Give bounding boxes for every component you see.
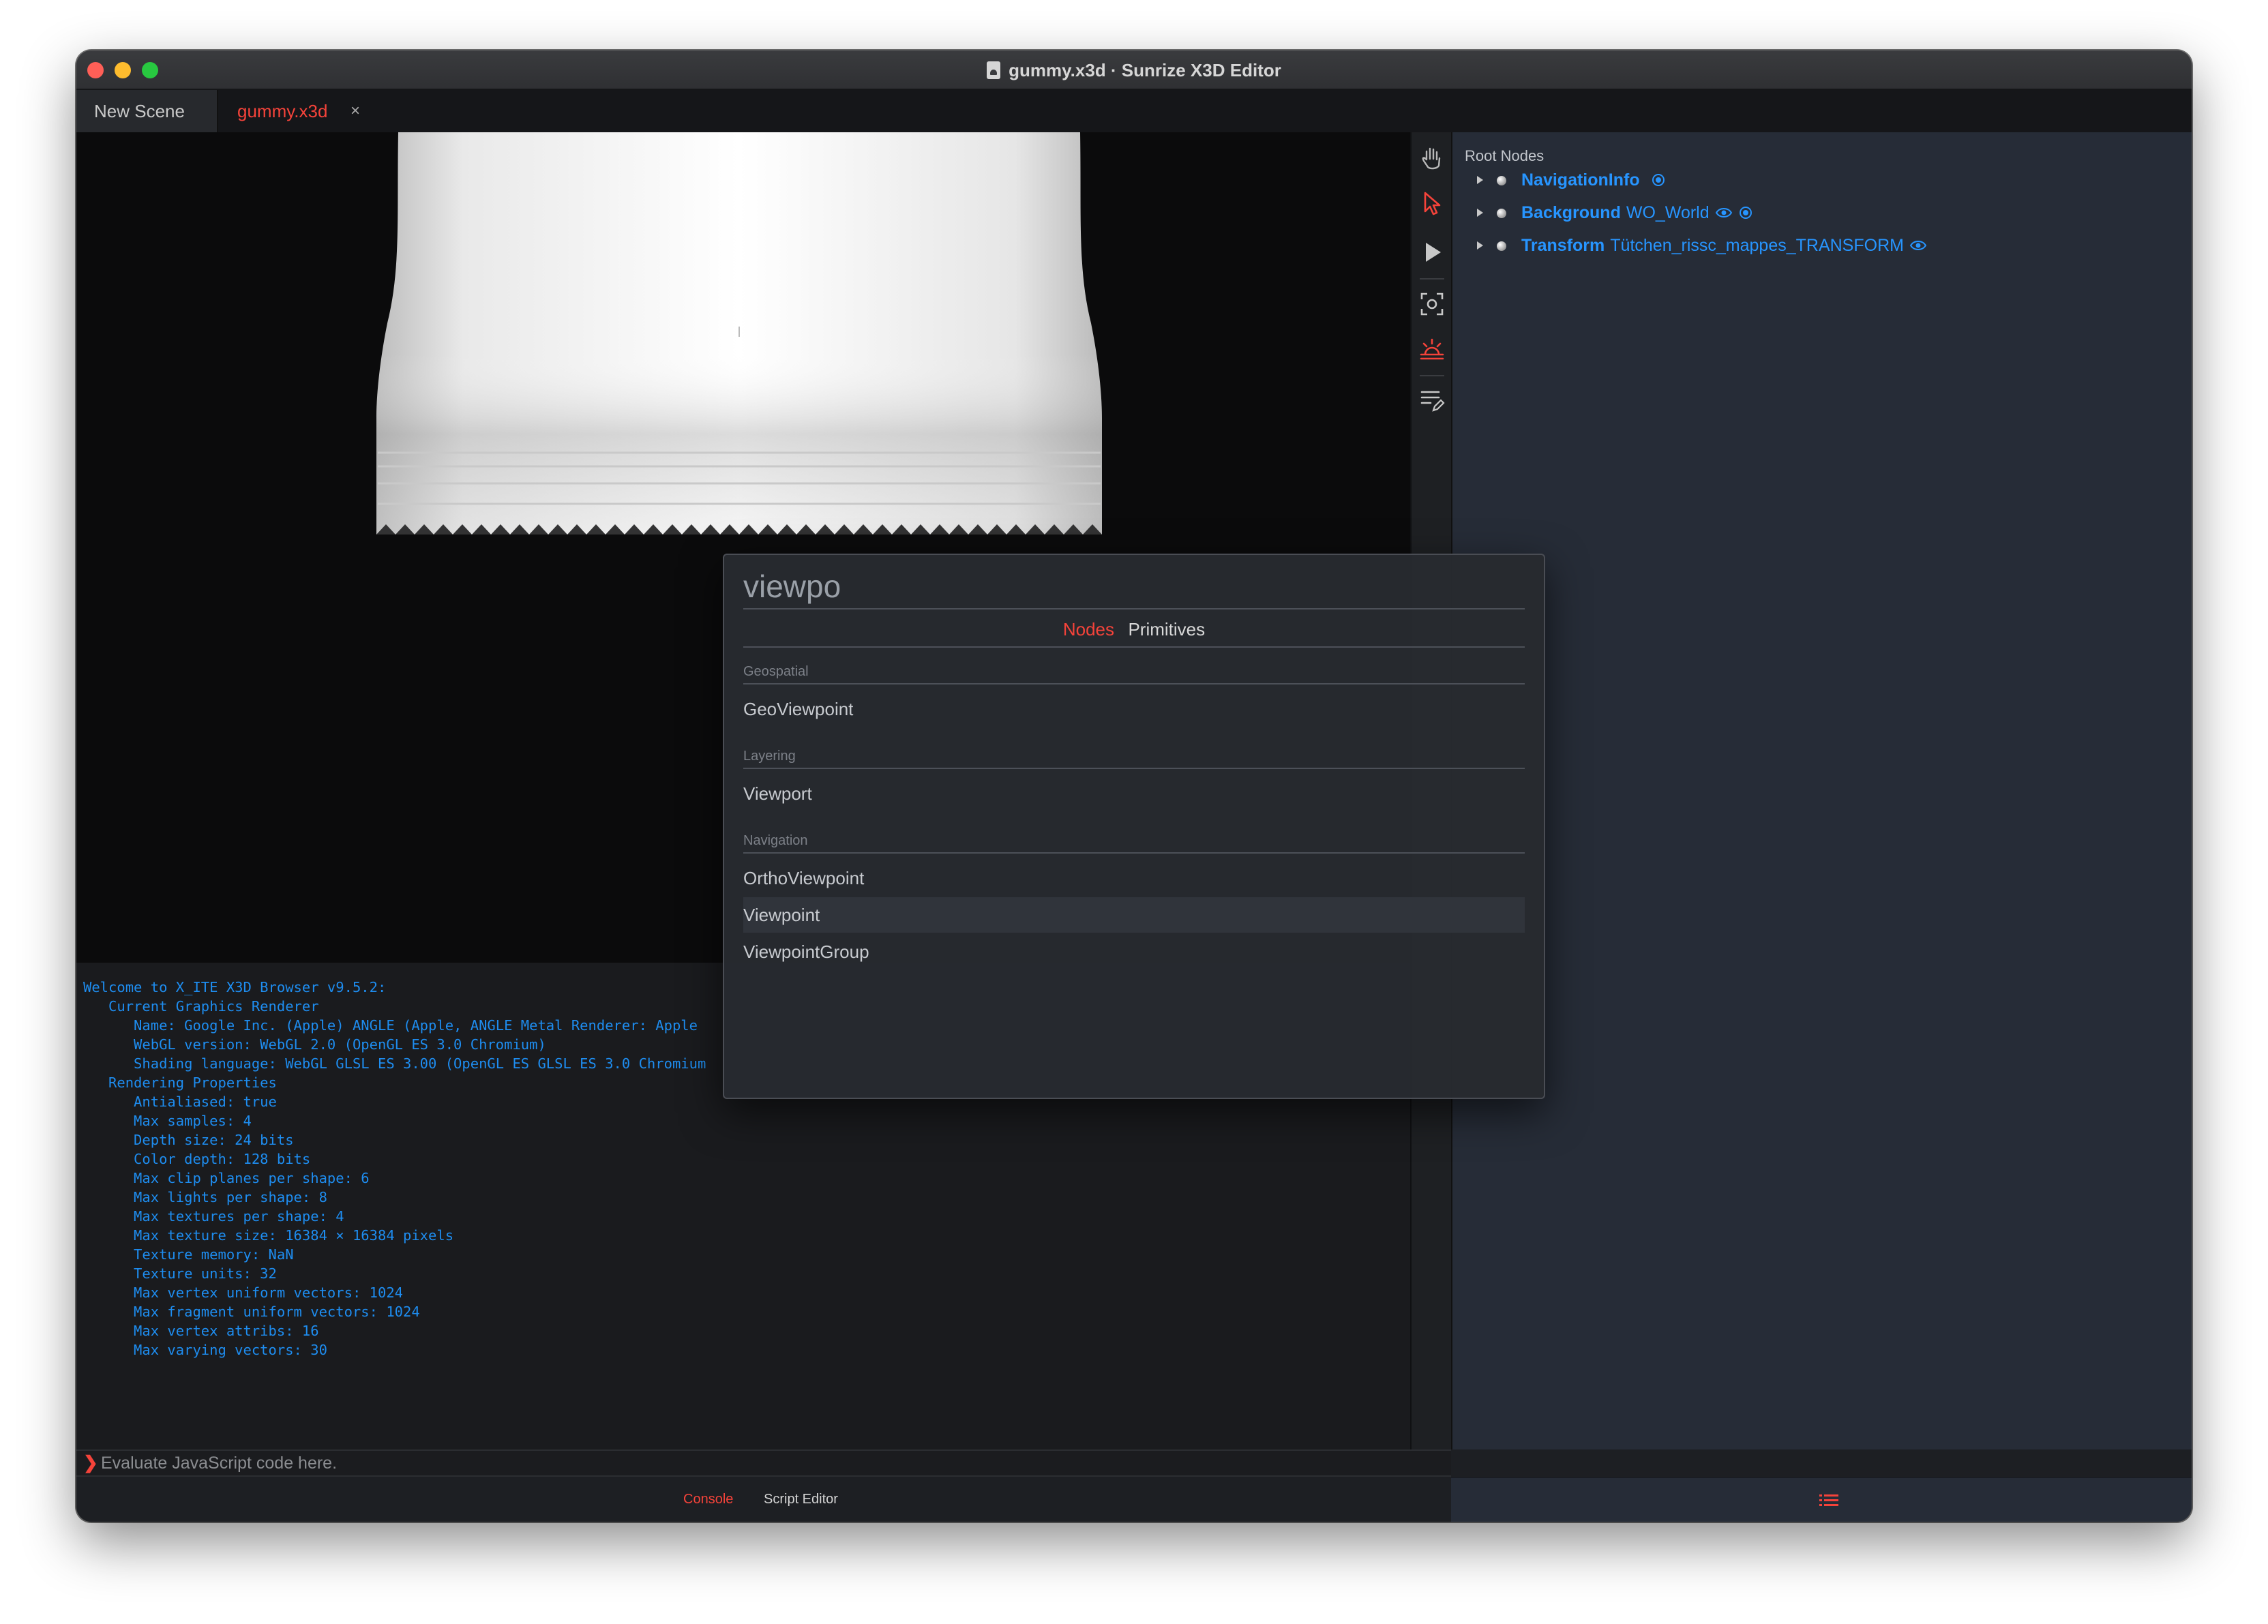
node-search-input[interactable] [743, 565, 1525, 610]
console-line: Texture memory: NaN [83, 1246, 294, 1263]
eye-icon[interactable] [1909, 238, 1927, 253]
pointer-icon[interactable] [1418, 190, 1446, 217]
console-line: Depth size: 24 bits [83, 1132, 294, 1148]
bind-indicator-icon[interactable] [1651, 172, 1666, 187]
hand-icon[interactable] [1418, 145, 1446, 172]
section-header-layering: Layering [743, 749, 1525, 769]
console-line: Max fragment uniform vectors: 1024 [83, 1304, 420, 1320]
node-name: WO_World [1626, 203, 1710, 222]
title-bar: gummy.x3d · Sunrize X3D Editor [76, 50, 2192, 90]
console-line: Max samples: 4 [83, 1113, 252, 1129]
tab-nodes[interactable]: Nodes [1063, 612, 1114, 646]
root-nodes-heading: Root Nodes [1465, 147, 1545, 164]
tab-primitives[interactable]: Primitives [1128, 612, 1205, 646]
console-line: Max lights per shape: 8 [83, 1189, 327, 1205]
console-line: WebGL version: WebGL 2.0 (OpenGL ES 3.0 … [83, 1036, 546, 1053]
focus-icon[interactable] [1418, 290, 1446, 318]
window-title-text: gummy.x3d · Sunrize X3D Editor [1009, 60, 1281, 80]
bottom-panel-tabs: Console Script Editor [76, 1477, 1451, 1522]
prompt-chevron-icon: ❯ [83, 1452, 98, 1473]
play-icon[interactable] [1418, 239, 1446, 266]
document-icon [987, 61, 1001, 79]
node-sphere-icon [1497, 209, 1506, 218]
console-line: Max textures per shape: 4 [83, 1208, 344, 1224]
console-line: Color depth: 128 bits [83, 1151, 311, 1167]
node-type: Transform [1521, 236, 1605, 255]
console-line: Max varying vectors: 30 [83, 1342, 327, 1358]
console-line: Welcome to X_ITE X3D Browser v9.5.2: [83, 979, 387, 995]
console-line: Antialiased: true [83, 1094, 277, 1110]
node-sphere-icon [1497, 176, 1506, 185]
window-title: gummy.x3d · Sunrize X3D Editor [76, 60, 2192, 81]
popup-tabs: Nodes Primitives [743, 612, 1525, 648]
tab-gummy-x3d[interactable]: gummy.x3d × [220, 90, 370, 132]
node-item-geoviewpoint[interactable]: GeoViewpoint [743, 691, 1525, 727]
javascript-eval-bar: ❯ [76, 1449, 1451, 1477]
node-type: NavigationInfo [1521, 170, 1640, 190]
sunrise-icon[interactable] [1418, 335, 1446, 363]
console-line: Current Graphics Renderer [83, 998, 319, 1014]
tab-new-scene[interactable]: New Scene [76, 90, 218, 132]
list-icon[interactable] [1819, 1493, 1838, 1508]
outline-bottom-bar [1451, 1477, 2192, 1522]
outline-editor: Root Nodes NavigationInfo Background WO_W… [1451, 132, 2192, 1449]
tab-script-editor[interactable]: Script Editor [764, 1492, 838, 1507]
node-item-viewpointgroup[interactable]: ViewpointGroup [743, 934, 1525, 969]
tab-label: New Scene [94, 101, 185, 121]
edit-list-icon[interactable] [1418, 386, 1446, 413]
document-tab-bar: New Scene gummy.x3d × [76, 90, 2192, 132]
tab-close-icon[interactable]: × [350, 90, 360, 132]
node-name: Tütchen_rissc_mappes_TRANSFORM [1610, 236, 1904, 255]
node-row-navigationinfo[interactable]: NavigationInfo [1477, 170, 1666, 198]
expand-triangle-icon[interactable] [1477, 176, 1483, 184]
node-sphere-icon [1497, 241, 1506, 251]
toolbar-separator [1420, 278, 1444, 280]
tab-label: gummy.x3d [237, 101, 328, 121]
app-window: gummy.x3d · Sunrize X3D Editor New Scene… [76, 50, 2192, 1522]
section-header-geospatial: Geospatial [743, 664, 1525, 685]
add-node-popup: Nodes Primitives Geospatial GeoViewpoint… [723, 554, 1545, 1099]
toolbar-separator [1420, 375, 1444, 376]
console-line: Shading language: WebGL GLSL ES 3.00 (Op… [83, 1055, 706, 1072]
tab-console[interactable]: Console [683, 1492, 733, 1507]
node-type: Background [1521, 203, 1621, 222]
console-line: Max vertex uniform vectors: 1024 [83, 1284, 403, 1301]
node-item-viewpoint[interactable]: Viewpoint [743, 897, 1525, 933]
console-line: Max clip planes per shape: 6 [83, 1170, 370, 1186]
console-line: Max vertex attribs: 16 [83, 1323, 319, 1339]
eye-icon[interactable] [1715, 205, 1733, 220]
expand-triangle-icon[interactable] [1477, 241, 1483, 250]
expand-triangle-icon[interactable] [1477, 209, 1483, 217]
console-line: Rendering Properties [83, 1074, 277, 1091]
console-line: Name: Google Inc. (Apple) ANGLE (Apple, … [83, 1017, 698, 1034]
javascript-eval-input[interactable] [100, 1452, 1330, 1474]
section-header-navigation: Navigation [743, 833, 1525, 854]
node-item-orthoviewpoint[interactable]: OrthoViewpoint [743, 860, 1525, 896]
bind-indicator-icon[interactable] [1738, 205, 1753, 220]
console-log: Welcome to X_ITE X3D Browser v9.5.2: Cur… [83, 978, 786, 1359]
node-item-viewport[interactable]: Viewport [743, 776, 1525, 811]
gummy-bag-render [376, 132, 1102, 535]
node-row-background[interactable]: Background WO_World [1477, 203, 1753, 230]
console-line: Max texture size: 16384 × 16384 pixels [83, 1227, 454, 1244]
node-row-transform[interactable]: Transform Tütchen_rissc_mappes_TRANSFORM [1477, 236, 1927, 263]
console-line: Texture units: 32 [83, 1265, 277, 1282]
